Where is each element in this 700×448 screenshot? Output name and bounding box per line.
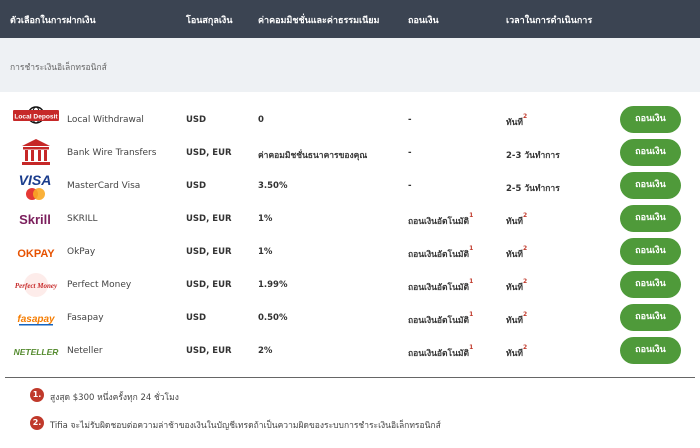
svg-text:Local Deposit: Local Deposit [14, 114, 58, 121]
method-name: Neteller [67, 346, 103, 356]
header-method: ตัวเลือกในการฝากเงิน [10, 16, 96, 26]
fee-cell: 1% [258, 214, 273, 224]
table-row: fasapay Fasapay USD 0.50% ถอนเงินอัตโนมั… [0, 302, 700, 335]
section-title: การชำระเงินอิเล็กทรอนิกส์ [10, 63, 107, 73]
header-fee: ค่าคอมมิชชั่นและค่าธรรมเนียม [258, 16, 380, 26]
method-name: MasterCard Visa [67, 181, 141, 191]
time-cell: 2-3 วันทำการ [506, 151, 560, 161]
method-name: Bank Wire Transfers [67, 148, 157, 158]
header-withdraw: ถอนเงิน [408, 16, 439, 26]
table-row: NETELLER Neteller USD, EUR 2% ถอนเงินอัต… [0, 335, 700, 368]
currency-cell: USD, EUR [186, 346, 232, 356]
withdraw-button[interactable]: ถอนเงิน [620, 205, 681, 232]
currency-cell: USD, EUR [186, 280, 232, 290]
table-row: VISA MasterCard Visa USD 3.50% - 2-5 วัน… [0, 170, 700, 203]
withdraw-button[interactable]: ถอนเงิน [620, 106, 681, 133]
local-deposit-logo: $ Local Deposit [13, 104, 59, 137]
currency-cell: USD [186, 181, 207, 191]
time-cell: ทันที2 [506, 113, 528, 128]
withdraw-cell: ถอนเงินอัตโนมัติ1 [408, 245, 474, 260]
fee-cell: 0.50% [258, 313, 288, 323]
svg-text:Skrill: Skrill [19, 212, 51, 227]
svg-text:fasapay: fasapay [17, 314, 55, 325]
fee-cell: 1% [258, 247, 273, 257]
table-row: Perfect Money Perfect Money USD, EUR 1.9… [0, 269, 700, 302]
withdraw-cell: ถอนเงินอัตโนมัติ1 [408, 344, 474, 359]
visa-mastercard-logo: VISA [13, 170, 59, 203]
svg-text:Perfect Money: Perfect Money [15, 282, 58, 290]
withdraw-button[interactable]: ถอนเงิน [620, 172, 681, 199]
time-cell: 2-5 วันทำการ [506, 184, 560, 194]
time-cell: ทันที2 [506, 212, 528, 227]
currency-cell: USD, EUR [186, 148, 232, 158]
footnote-text: Tifia จะไม่รับผิดชอบต่อความล่าช้าของเงิน… [50, 421, 441, 431]
bank-icon [13, 137, 59, 170]
footnote-number: 1. [30, 388, 44, 402]
skrill-logo: Skrill [13, 203, 59, 236]
header-time: เวลาในการดำเนินการ [506, 16, 593, 26]
method-name: Local Withdrawal [67, 115, 144, 125]
svg-text:VISA: VISA [19, 172, 52, 188]
withdraw-button[interactable]: ถอนเงิน [620, 139, 681, 166]
table-row: Bank Wire Transfers USD, EUR ค่าคอมมิชชั… [0, 137, 700, 170]
method-name: Fasapay [67, 313, 104, 323]
time-cell: ทันที2 [506, 311, 528, 326]
withdraw-button[interactable]: ถอนเงิน [620, 337, 681, 364]
withdraw-cell: ถอนเงินอัตโนมัติ1 [408, 212, 474, 227]
footnote-number: 2. [30, 416, 44, 430]
withdraw-cell: - [408, 181, 412, 191]
currency-cell: USD, EUR [186, 214, 232, 224]
withdraw-cell: ถอนเงินอัตโนมัติ1 [408, 311, 474, 326]
withdraw-button[interactable]: ถอนเงิน [620, 271, 681, 298]
table-header: ตัวเลือกในการฝากเงิน โอนสกุลเงิน ค่าคอมม… [0, 0, 700, 38]
time-cell: ทันที2 [506, 278, 528, 293]
fee-cell: 2% [258, 346, 273, 356]
time-cell: ทันที2 [506, 344, 528, 359]
fee-cell: 1.99% [258, 280, 288, 290]
svg-text:OKPAY: OKPAY [17, 248, 55, 260]
perfect-money-logo: Perfect Money [13, 269, 59, 302]
time-cell: ทันที2 [506, 245, 528, 260]
withdraw-cell: - [408, 115, 412, 125]
svg-text:NETELLER: NETELLER [14, 347, 59, 357]
method-name: SKRILL [67, 214, 98, 224]
fee-cell: 3.50% [258, 181, 288, 191]
okpay-logo: OKPAY [13, 236, 59, 269]
withdraw-cell: - [408, 148, 412, 158]
currency-cell: USD [186, 313, 207, 323]
withdraw-cell: ถอนเงินอัตโนมัติ1 [408, 278, 474, 293]
withdraw-button[interactable]: ถอนเงิน [620, 238, 681, 265]
divider [5, 377, 695, 378]
currency-cell: USD, EUR [186, 247, 232, 257]
currency-cell: USD [186, 115, 207, 125]
fee-cell: ค่าคอมมิชชั่นธนาคารของคุณ [258, 151, 368, 161]
header-currency: โอนสกุลเงิน [186, 16, 233, 26]
fee-cell: 0 [258, 115, 264, 125]
footnote-text: สูงสุด $300 หนึ่งครั้งทุก 24 ชั่วโมง [50, 393, 179, 403]
table-row: $ Local Deposit Local Withdrawal USD 0 -… [0, 104, 700, 137]
section-bar: การชำระเงินอิเล็กทรอนิกส์ [0, 38, 700, 92]
method-name: Perfect Money [67, 280, 132, 290]
fasapay-logo: fasapay [13, 302, 59, 335]
table-row: OKPAY OkPay USD, EUR 1% ถอนเงินอัตโนมัติ… [0, 236, 700, 269]
method-name: OkPay [67, 247, 96, 257]
neteller-logo: NETELLER [13, 335, 60, 368]
withdraw-button[interactable]: ถอนเงิน [620, 304, 681, 331]
table-row: Skrill SKRILL USD, EUR 1% ถอนเงินอัตโนมั… [0, 203, 700, 236]
